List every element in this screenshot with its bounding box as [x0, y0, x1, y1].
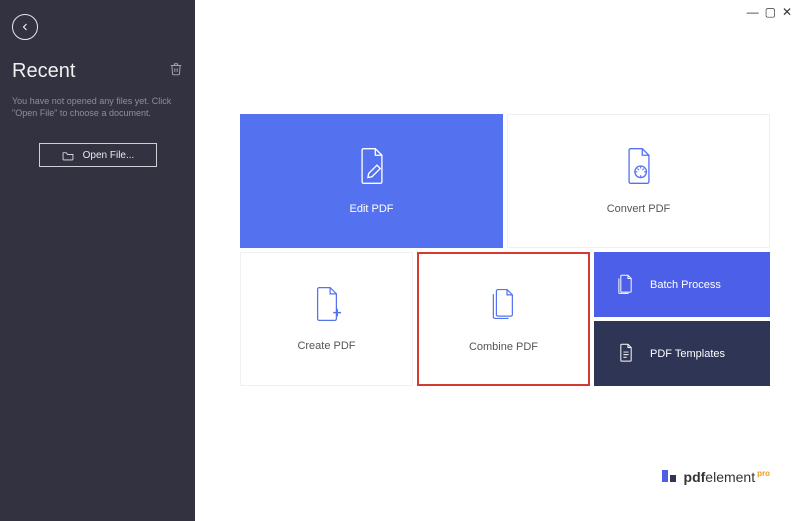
batch-process-tile[interactable]: Batch Process — [594, 252, 770, 317]
pdf-templates-label: PDF Templates — [650, 348, 725, 360]
edit-pdf-tile[interactable]: Edit PDF — [240, 114, 503, 248]
create-pdf-label: Create PDF — [297, 340, 355, 352]
open-file-button[interactable]: Open File... — [39, 143, 157, 167]
sidebar: Recent You have not opened any files yet… — [0, 0, 195, 521]
open-file-label: Open File... — [83, 150, 135, 161]
combine-pdf-label: Combine PDF — [469, 341, 538, 353]
document-stack-icon — [487, 285, 521, 323]
combine-pdf-tile[interactable]: Combine PDF — [417, 252, 590, 386]
back-button[interactable] — [12, 14, 38, 40]
close-button[interactable]: ✕ — [782, 6, 792, 18]
brand-pro: pro — [757, 469, 770, 478]
templates-icon — [616, 343, 636, 365]
pdf-templates-tile[interactable]: PDF Templates — [594, 321, 770, 386]
edit-pdf-label: Edit PDF — [349, 203, 393, 215]
batch-process-label: Batch Process — [650, 279, 721, 291]
convert-pdf-tile[interactable]: Convert PDF — [507, 114, 770, 248]
recent-title: Recent — [12, 60, 75, 83]
trash-icon[interactable] — [169, 62, 183, 81]
convert-pdf-label: Convert PDF — [607, 203, 671, 215]
recent-hint: You have not opened any files yet. Click… — [12, 95, 183, 119]
document-plus-icon — [311, 286, 343, 322]
minimize-button[interactable]: — — [747, 6, 759, 18]
main: Edit PDF Convert PDF C — [195, 0, 800, 521]
folder-icon — [61, 150, 75, 161]
document-convert-icon — [622, 147, 656, 185]
brand-pdf: pdf — [684, 469, 706, 485]
document-edit-icon — [355, 147, 389, 185]
batch-icon — [616, 274, 636, 296]
brand-mark-icon — [662, 470, 676, 482]
brand-logo: pdfelementpro — [662, 469, 770, 485]
maximize-button[interactable]: ▢ — [765, 6, 776, 18]
brand-element: element — [705, 469, 755, 485]
create-pdf-tile[interactable]: Create PDF — [240, 252, 413, 386]
chevron-left-icon — [19, 21, 31, 33]
